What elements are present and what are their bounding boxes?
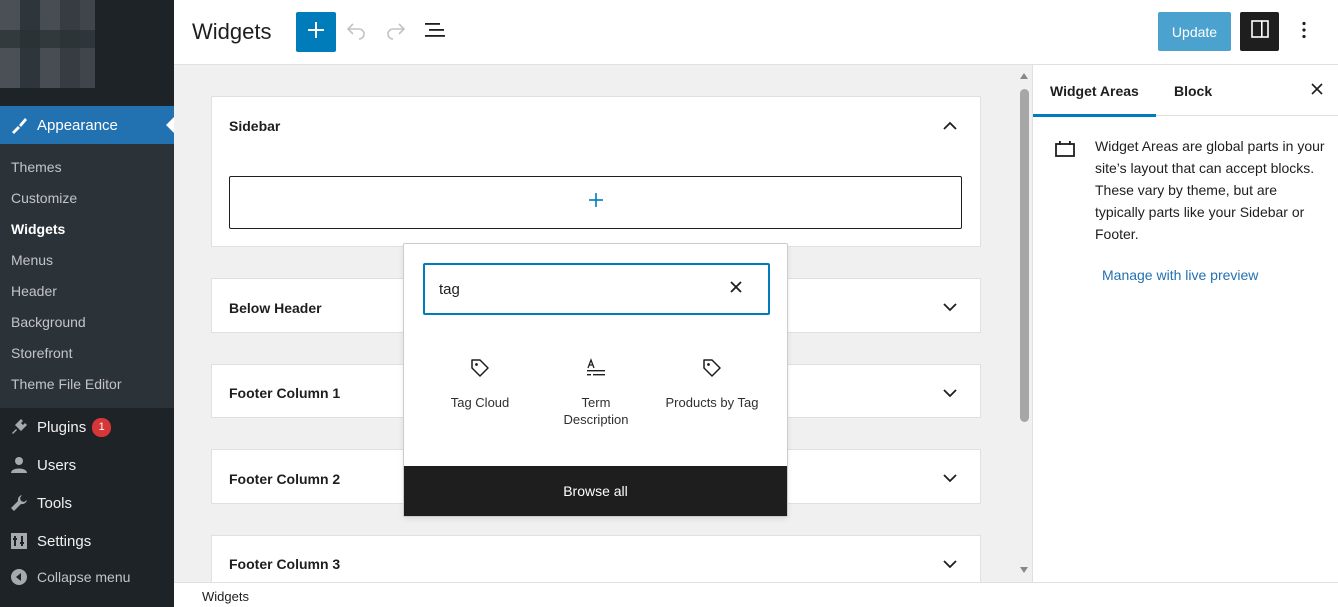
manage-live-preview-link[interactable]: Manage with live preview — [1102, 267, 1258, 283]
submenu-widgets[interactable]: Widgets — [0, 214, 174, 245]
submenu-header[interactable]: Header — [0, 276, 174, 307]
settings-sidebar-toggle-button[interactable] — [1240, 12, 1279, 51]
menu-settings[interactable]: Settings — [0, 522, 174, 560]
submenu-customize[interactable]: Customize — [0, 183, 174, 214]
block-result-products-by-tag[interactable]: Products by Tag — [654, 354, 770, 411]
menu-plugins[interactable]: Plugins 1 — [0, 408, 174, 446]
widget-areas-description: Widget Areas are global parts in your si… — [1095, 138, 1325, 242]
menu-tools[interactable]: Tools — [0, 484, 174, 522]
redo-icon — [385, 19, 407, 46]
plus-icon — [306, 20, 326, 45]
tag-icon — [422, 354, 538, 382]
settings-sidebar: Widget Areas Block Widget Areas are glob… — [1032, 65, 1338, 582]
list-view-button[interactable] — [423, 20, 447, 44]
block-inserter-toggle-button[interactable] — [296, 12, 336, 52]
widget-area-title[interactable]: Footer Column 2 — [229, 471, 340, 487]
chevron-down-icon[interactable] — [942, 299, 958, 315]
widget-area-title[interactable]: Sidebar — [229, 118, 280, 134]
block-result-label: Term Description — [563, 395, 629, 427]
menu-tools-label: Tools — [37, 494, 73, 512]
canvas-scrollbar[interactable] — [1016, 65, 1032, 582]
block-result-label: Tag Cloud — [450, 395, 510, 410]
undo-icon — [345, 19, 367, 46]
paintbrush-icon — [8, 115, 30, 135]
collapse-menu-label: Collapse menu — [37, 569, 131, 585]
settings-tabs: Widget Areas Block — [1033, 65, 1338, 117]
editor-header: Widgets Update — [174, 0, 1338, 65]
term-description-icon — [538, 354, 654, 382]
widget-areas-icon — [1054, 139, 1076, 159]
chevron-down-icon[interactable] — [942, 385, 958, 401]
chevron-down-icon[interactable] — [942, 470, 958, 486]
chevron-up-icon[interactable] — [942, 117, 958, 133]
widget-area-footer-column-3[interactable]: Footer Column 3 — [211, 535, 981, 582]
wrench-icon — [8, 493, 30, 513]
close-settings-button[interactable] — [1308, 82, 1326, 100]
collapse-menu-button[interactable]: Collapse menu — [0, 558, 174, 596]
menu-appearance[interactable]: Appearance — [0, 106, 174, 144]
sidebar-panel-icon — [1250, 19, 1270, 44]
submenu-theme-file-editor[interactable]: Theme File Editor — [0, 369, 174, 400]
menu-plugins-label: Plugins — [37, 418, 87, 436]
redo-button[interactable] — [384, 20, 408, 44]
plugins-update-badge: 1 — [92, 417, 112, 437]
site-logo-blurred-row — [0, 30, 95, 48]
menu-appearance-label: Appearance — [37, 116, 118, 134]
menu-users[interactable]: Users — [0, 446, 174, 484]
options-menu-button[interactable] — [1292, 20, 1316, 44]
collapse-arrow-icon — [8, 567, 30, 587]
block-breadcrumb-bar: Widgets — [174, 582, 1338, 607]
plus-icon — [588, 192, 604, 213]
more-vertical-icon — [1301, 21, 1307, 44]
undo-button[interactable] — [344, 20, 368, 44]
widget-area-sidebar: Sidebar — [211, 96, 981, 247]
tag-icon — [654, 354, 770, 382]
submenu-menus[interactable]: Menus — [0, 245, 174, 276]
chevron-down-icon[interactable] — [942, 556, 958, 572]
widget-area-title[interactable]: Below Header — [229, 300, 322, 316]
page-title: Widgets — [192, 19, 272, 44]
list-view-icon — [424, 19, 446, 46]
scroll-down-arrow-icon[interactable] — [1019, 565, 1029, 575]
clear-search-button[interactable] — [726, 279, 746, 299]
scroll-up-arrow-icon[interactable] — [1019, 71, 1029, 81]
quick-inserter-popover: Tag Cloud Term Description Products by T… — [403, 243, 788, 517]
submenu-themes[interactable]: Themes — [0, 152, 174, 183]
widget-area-title[interactable]: Footer Column 1 — [229, 385, 340, 401]
block-result-tag-cloud[interactable]: Tag Cloud — [422, 354, 538, 411]
appearance-submenu: Themes Customize Widgets Menus Header Ba… — [0, 144, 174, 408]
block-search-input[interactable] — [439, 277, 699, 301]
block-search-box[interactable] — [423, 263, 770, 315]
user-icon — [8, 455, 30, 475]
update-button[interactable]: Update — [1158, 12, 1231, 51]
close-icon — [729, 280, 743, 299]
close-icon — [1311, 82, 1323, 100]
tab-block[interactable]: Block — [1157, 65, 1229, 116]
tab-widget-areas[interactable]: Widget Areas — [1033, 65, 1156, 117]
admin-sidebar: Appearance Themes Customize Widgets Menu… — [0, 0, 174, 607]
block-result-term-description[interactable]: Term Description — [538, 354, 654, 428]
settings-sliders-icon — [8, 531, 30, 551]
block-result-label: Products by Tag — [665, 395, 759, 410]
plugin-icon — [8, 417, 30, 437]
widget-area-title[interactable]: Footer Column 3 — [229, 556, 340, 572]
breadcrumb-item[interactable]: Widgets — [202, 589, 249, 604]
menu-settings-label: Settings — [37, 532, 92, 550]
menu-users-label: Users — [37, 456, 77, 474]
add-block-appender-button[interactable] — [229, 176, 962, 229]
submenu-storefront[interactable]: Storefront — [0, 338, 174, 369]
submenu-background[interactable]: Background — [0, 307, 174, 338]
scrollbar-thumb[interactable] — [1020, 89, 1029, 422]
browse-all-button[interactable]: Browse all — [404, 466, 787, 516]
